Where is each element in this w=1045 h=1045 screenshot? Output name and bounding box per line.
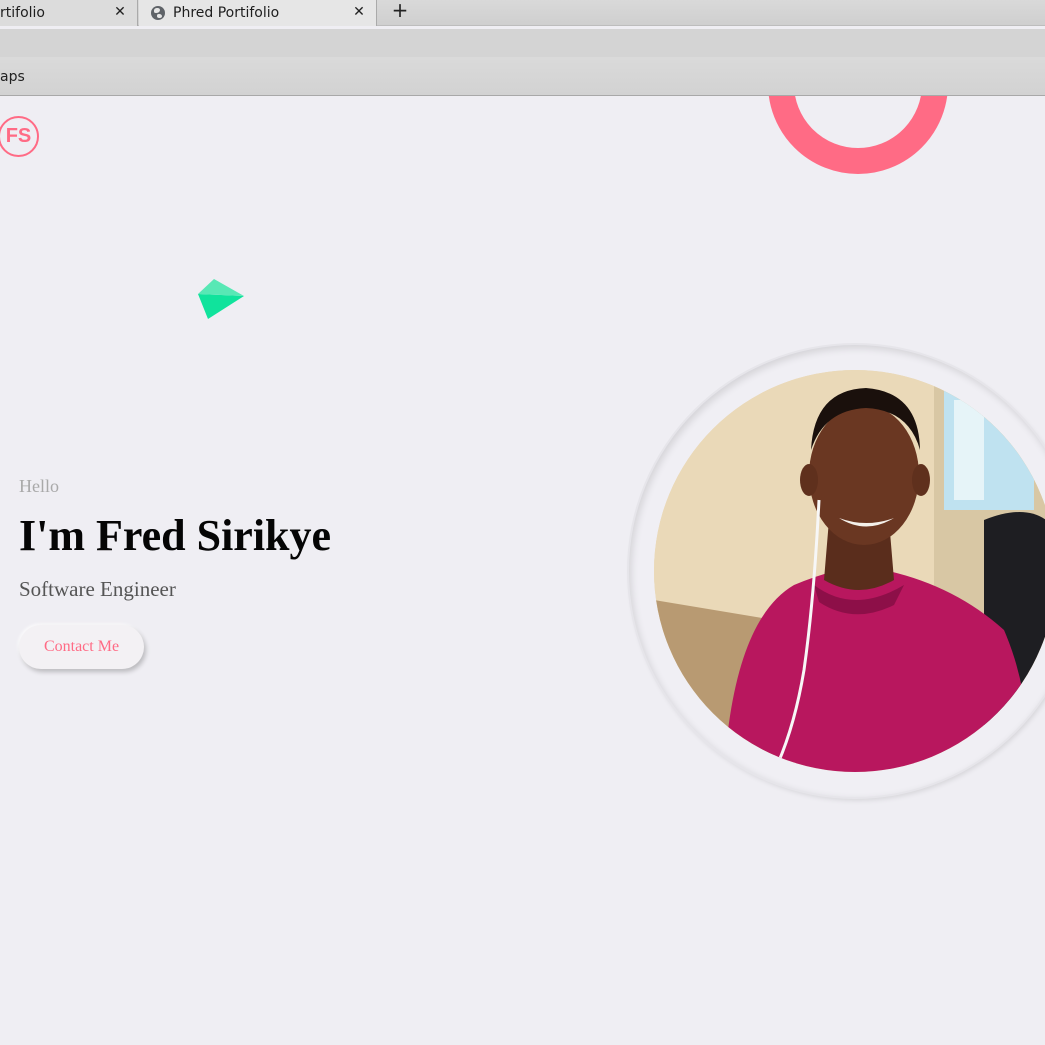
tab-label: Phred Portifolio [173,5,280,21]
tab-phred-portifolio[interactable]: Phred Portifolio ✕ [139,0,377,26]
decorative-triangle [198,279,244,319]
logo[interactable]: FS [0,116,39,157]
address-bar[interactable] [0,29,1045,57]
portfolio-page: FS Hello I'm Fred Sirikye Software Engin… [0,96,1045,1045]
globe-icon [151,6,165,20]
decorative-ring [768,96,948,174]
close-icon[interactable]: ✕ [352,4,366,20]
job-title: Software Engineer [19,577,176,601]
tab-strip: rtifolio ✕ Phred Portifolio ✕ + [0,0,1045,26]
new-tab-button[interactable]: + [388,0,412,24]
tab-previous[interactable]: rtifolio ✕ [0,0,138,26]
profile-photo [654,370,1045,772]
contact-button[interactable]: Contact Me [19,625,144,669]
bookmarks-bar: aps [0,57,1045,96]
bookmark-apps[interactable]: aps [0,69,25,85]
page-title: I'm Fred Sirikye [19,511,332,560]
tab-label: rtifolio [0,5,45,21]
close-icon[interactable]: ✕ [113,4,127,20]
greeting: Hello [19,476,59,496]
